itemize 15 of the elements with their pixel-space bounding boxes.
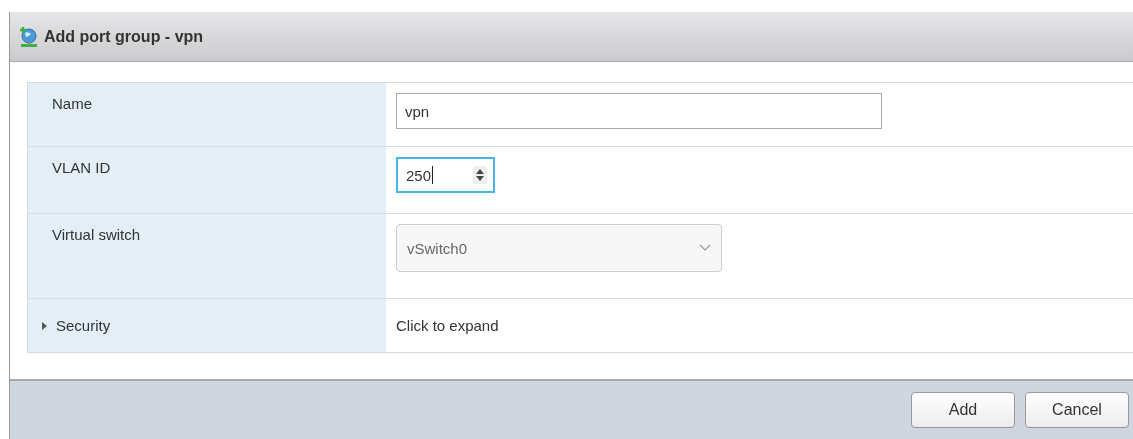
expand-triangle-icon[interactable] — [40, 320, 48, 331]
field-label: Name — [52, 95, 92, 112]
dialog-button[interactable]: Add — [911, 392, 1015, 428]
field-label: VLAN ID — [52, 159, 111, 176]
network-globe-icon — [18, 25, 40, 48]
vlan-spinner-field[interactable]: 250 — [396, 157, 495, 193]
field-label: Virtual switch — [52, 226, 141, 243]
virtual-switch-dropdown[interactable]: vSwitch0 — [396, 224, 722, 272]
field-label: Security — [56, 317, 111, 334]
expand-link[interactable]: Click to expand — [396, 317, 499, 334]
chevron-down-icon — [699, 244, 711, 252]
dialog-title: Add port group - vpn — [44, 27, 204, 46]
dialog-button[interactable]: Cancel — [1025, 392, 1129, 428]
name-input-field[interactable]: vpn — [396, 93, 882, 129]
spinner-arrows-icon[interactable] — [473, 166, 487, 184]
